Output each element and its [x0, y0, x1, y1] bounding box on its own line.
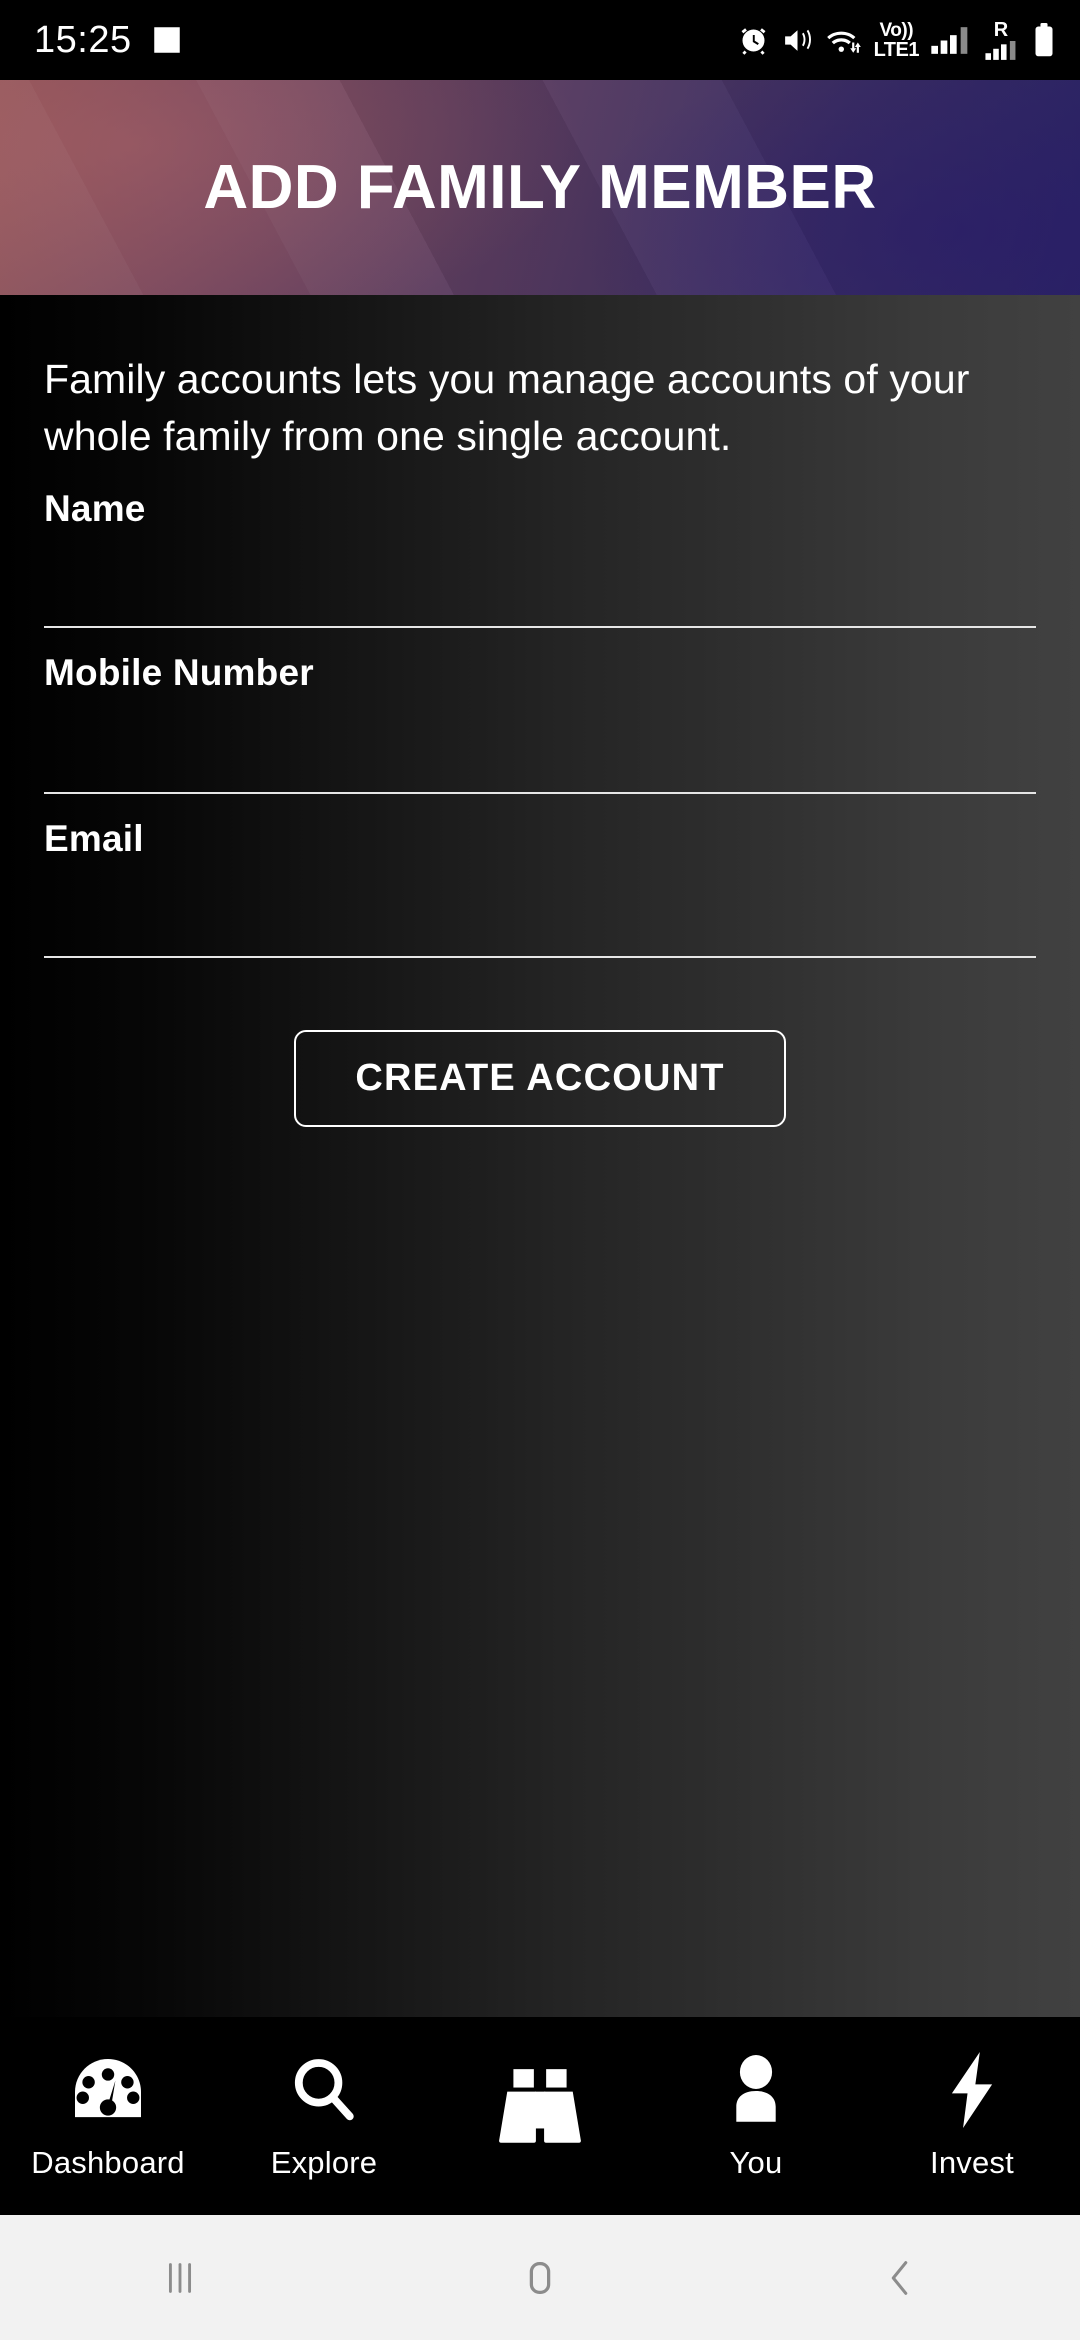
back-icon: [891, 2260, 908, 2295]
status-bar-left: 15:25: [34, 19, 184, 62]
app-header: ADD FAMILY MEMBER: [0, 80, 1080, 295]
alarm-icon: [741, 27, 766, 55]
roaming-icon: R: [981, 20, 1021, 61]
field-email: Email: [44, 818, 1036, 959]
search-icon: [288, 2051, 360, 2129]
status-bar: 15:25 Vo)) LTE1 R: [0, 0, 1080, 80]
tab-label-you: You: [729, 2145, 783, 2180]
home-icon: [529, 2261, 551, 2294]
tab-label-invest: Invest: [930, 2145, 1014, 2180]
status-bar-clock: 15:25: [34, 18, 132, 61]
page-title: ADD FAMILY MEMBER: [203, 153, 877, 222]
field-label-email: Email: [44, 818, 144, 860]
tab-binoculars[interactable]: [432, 2017, 648, 2215]
phone-screen: 15:25 Vo)) LTE1 R ADD FAMILY MEMBER Fami…: [0, 0, 1080, 2340]
field-mobile: Mobile Number: [44, 652, 1036, 795]
person-icon: [723, 2051, 789, 2129]
field-name: Name: [44, 488, 1036, 629]
wifi-icon: [826, 31, 861, 53]
mobile-number-input[interactable]: [44, 724, 1036, 795]
tab-label-dashboard: Dashboard: [31, 2145, 185, 2180]
volte-icon: Vo)) LTE1: [873, 19, 920, 61]
tab-invest[interactable]: Invest: [864, 2017, 1080, 2215]
lightning-bolt-icon: [945, 2051, 999, 2129]
binoculars-icon: [495, 2069, 585, 2147]
speedometer-icon: [69, 2051, 147, 2129]
recents-icon: [168, 2262, 192, 2293]
main-content: Family accounts lets you manage accounts…: [0, 295, 1080, 2017]
tab-label-explore: Explore: [270, 2145, 378, 2180]
system-navigation-bar: [0, 2215, 1080, 2340]
bottom-tab-bar: Dashboard Explore You Invest: [0, 2017, 1080, 2215]
create-account-button[interactable]: CREATE ACCOUNT: [294, 1030, 786, 1128]
recents-button[interactable]: [0, 2255, 360, 2301]
battery-icon: [1035, 23, 1053, 57]
status-bar-right: Vo)) LTE1 R: [737, 20, 1056, 61]
signal-bars-sim2-icon: [985, 40, 1016, 60]
back-button[interactable]: [720, 2255, 1080, 2301]
tab-dashboard[interactable]: Dashboard: [0, 2017, 216, 2215]
tab-you[interactable]: You: [648, 2017, 864, 2215]
signal-bars-icon: [931, 26, 968, 54]
email-input[interactable]: [44, 888, 1036, 959]
intro-text: Family accounts lets you manage accounts…: [44, 356, 970, 459]
field-label-mobile: Mobile Number: [44, 652, 314, 694]
name-input[interactable]: [44, 558, 1036, 629]
home-button[interactable]: [360, 2255, 720, 2301]
tab-explore[interactable]: Explore: [216, 2017, 432, 2215]
image-icon: [153, 27, 180, 53]
mute-vibrate-icon: [784, 29, 811, 51]
field-label-name: Name: [44, 488, 146, 530]
